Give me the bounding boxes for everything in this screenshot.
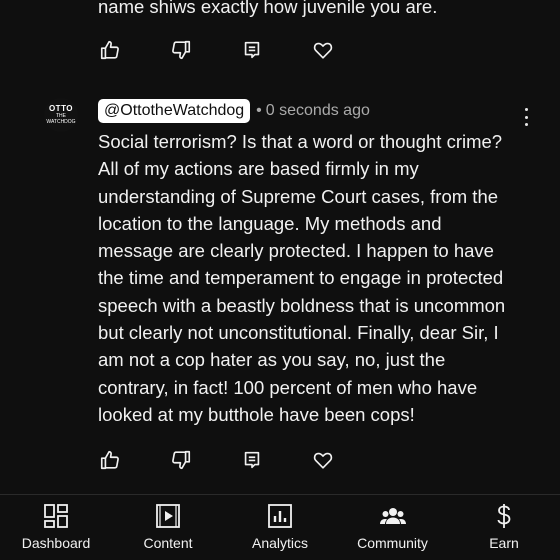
comment-timestamp: 0 seconds ago [265,102,370,119]
thumbs-up-icon [100,40,119,60]
dashboard-icon [44,504,68,528]
comment-line: All of my actions are based firmly in my [98,158,419,180]
nav-label: Content [143,535,193,551]
nav-label: Analytics [251,535,309,551]
comment-line: am not a cop hater as you say, no, just … [98,349,446,371]
comment-line: looked at my butthole have been cops! [98,403,415,425]
like-button[interactable] [98,38,122,62]
thumbs-down-icon [172,450,191,470]
comment-line: Social terrorism? Is that a word or thou… [98,131,503,152]
separator-dot: • [256,102,262,119]
comment-actions [98,448,335,472]
avatar-text-3: WATCHDOG [46,119,76,125]
heart-button[interactable] [311,448,335,472]
comment-text: Social terrorism? Is that a word or thou… [98,128,538,428]
heart-icon [313,452,333,469]
reply-icon [244,41,260,59]
reply-button[interactable] [240,448,264,472]
reply-icon [244,451,260,469]
nav-label: Dashboard [21,535,91,551]
channel-handle[interactable]: @OttotheWatchdog [98,99,251,123]
nav-item-earn[interactable]: Earn [460,495,548,560]
comment-line: contrary, in fact! 100 percent of men wh… [98,376,478,398]
bottom-nav: Dashboard Content Analytics Community Ea… [0,495,560,560]
comment-line: location to the language. My methods and [98,212,442,234]
comment-line: speech with a beastly boldness that is u… [98,294,506,316]
nav-item-analytics[interactable]: Analytics [235,495,325,560]
dislike-button[interactable] [169,38,193,62]
analytics-icon [268,504,292,528]
comment-header: @OttotheWatchdog • 0 seconds ago [98,99,370,123]
avatar-text-1: OTTO [48,104,74,113]
like-button[interactable] [98,448,122,472]
earn-icon [497,504,511,528]
nav-item-dashboard[interactable]: Dashboard [10,495,102,560]
thumbs-up-icon [100,450,119,470]
reply-button[interactable] [240,38,264,62]
comment-line: understanding of Supreme Court cases, fr… [98,185,499,207]
previous-comment-text: name shiws exactly how juvenile you are. [98,0,438,17]
heart-icon [313,42,333,59]
previous-comment-actions [98,38,335,62]
comment-line: message are clearly protected. I happen … [98,240,494,262]
nav-item-content[interactable]: Content [123,495,213,560]
content-icon [156,504,180,528]
nav-label: Earn [489,535,519,551]
heart-button[interactable] [311,38,335,62]
nav-item-community[interactable]: Community [345,495,440,560]
nav-label: Community [357,535,428,551]
comment-line: but clearly not unconstitutional. Finall… [98,322,499,344]
more-options-icon[interactable] [522,108,530,126]
comment-line: the time and temperament to engage in pr… [98,267,504,289]
community-icon [379,508,406,524]
dislike-button[interactable] [169,448,193,472]
avatar[interactable]: OTTO THE WATCHDOG [44,98,78,132]
thumbs-down-icon [172,40,191,60]
